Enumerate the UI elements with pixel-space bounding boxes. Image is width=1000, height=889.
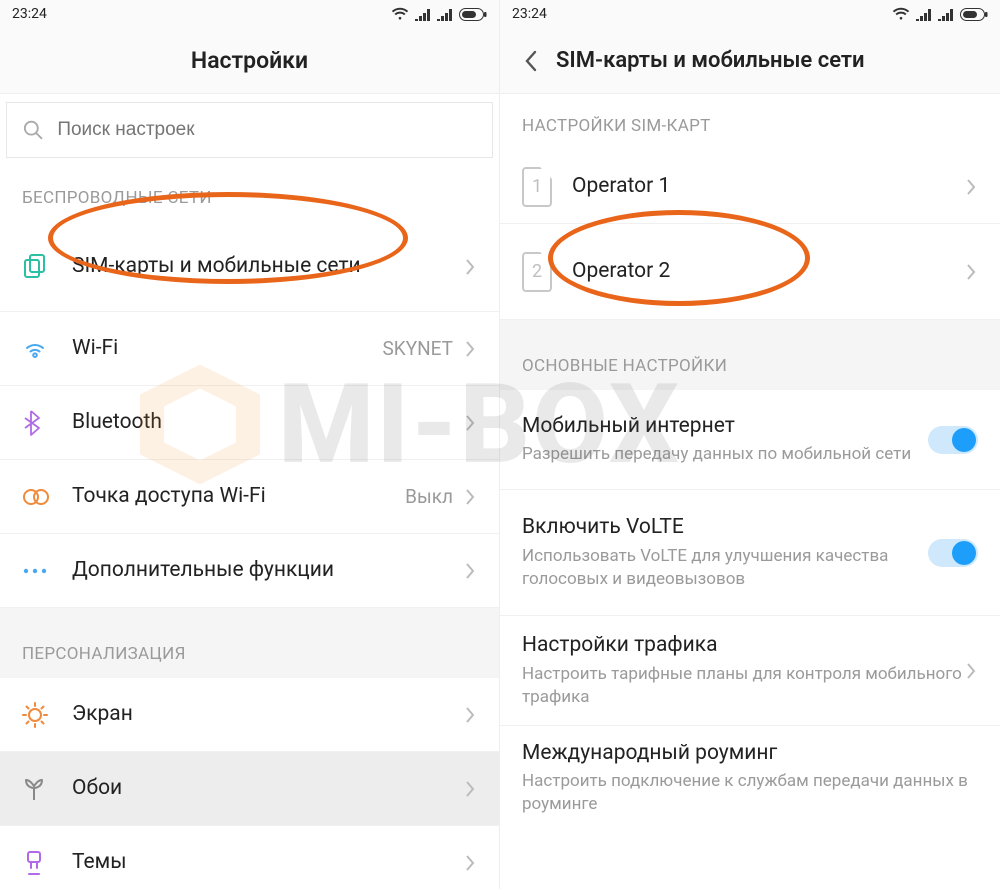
chevron-right-icon bbox=[463, 411, 477, 435]
chevron-right-icon bbox=[463, 851, 477, 875]
hotspot-icon bbox=[22, 488, 50, 506]
wifi-icon bbox=[892, 7, 910, 21]
row-sublabel: Разрешить передачу данных по мобильной с… bbox=[522, 443, 928, 466]
brush-icon bbox=[22, 850, 46, 876]
section-main: ОСНОВНЫЕ НАСТРОЙКИ bbox=[500, 330, 1000, 390]
chevron-right-icon bbox=[463, 559, 477, 583]
row-wifi[interactable]: Wi-Fi SKYNET bbox=[0, 312, 499, 386]
sim2-icon: 2 bbox=[522, 252, 552, 292]
status-bar: 23:24 bbox=[0, 0, 499, 28]
row-traffic[interactable]: Настройки трафика Настроить тарифные пла… bbox=[500, 616, 1000, 726]
phone-sim-settings: 23:24 SIM-карты и мобильные сети НАСТРОЙ… bbox=[500, 0, 1000, 889]
section-personalization: ПЕРСОНАЛИЗАЦИЯ bbox=[0, 618, 499, 678]
page-title: SIM-карты и мобильные сети bbox=[556, 48, 865, 73]
row-roaming[interactable]: Международный роуминг Настроить подключе… bbox=[500, 726, 1000, 830]
row-sim-networks[interactable]: SIM-карты и мобильные сети bbox=[0, 222, 499, 312]
row-screen[interactable]: Экран bbox=[0, 678, 499, 752]
row-operator-1[interactable]: 1 Operator 1 bbox=[500, 150, 1000, 224]
section-sim: НАСТРОЙКИ SIM-КАРТ bbox=[500, 94, 1000, 150]
row-label: Темы bbox=[72, 849, 463, 875]
row-sublabel: Использовать VoLTE для улучшения качеств… bbox=[522, 545, 928, 591]
wifi-icon bbox=[391, 7, 409, 21]
search-input[interactable] bbox=[57, 119, 476, 141]
page-title: Настройки bbox=[191, 47, 308, 74]
chevron-right-icon bbox=[463, 255, 477, 279]
battery-icon bbox=[960, 8, 988, 21]
chevron-right-icon bbox=[463, 703, 477, 727]
row-volte[interactable]: Включить VoLTE Использовать VoLTE для ул… bbox=[500, 490, 1000, 616]
row-label: Дополнительные функции bbox=[72, 557, 463, 583]
row-label: Bluetooth bbox=[72, 409, 463, 435]
row-label: SIM-карты и мобильные сети bbox=[72, 253, 412, 279]
header: SIM-карты и мобильные сети bbox=[500, 28, 1000, 94]
row-label: Обои bbox=[72, 775, 463, 801]
tulip-icon bbox=[22, 776, 46, 802]
section-wireless: БЕСПРОВОДНЫЕ СЕТИ bbox=[0, 158, 499, 222]
row-label: Включить VoLTE bbox=[522, 514, 928, 540]
chevron-right-icon bbox=[463, 485, 477, 509]
battery-icon bbox=[459, 8, 487, 21]
sim1-icon: 1 bbox=[522, 167, 552, 207]
row-themes[interactable]: Темы bbox=[0, 826, 499, 889]
signal-icon bbox=[916, 8, 932, 21]
row-wallpaper[interactable]: Обои bbox=[0, 752, 499, 826]
status-bar: 23:24 bbox=[500, 0, 1000, 28]
row-mobile-data[interactable]: Мобильный интернет Разрешить передачу да… bbox=[500, 390, 1000, 490]
sun-icon bbox=[22, 702, 48, 728]
signal-icon bbox=[415, 8, 431, 21]
clock: 23:24 bbox=[512, 6, 547, 22]
row-label: Настройки трафика bbox=[522, 632, 964, 658]
row-label: Wi-Fi bbox=[72, 335, 383, 361]
signal-icon bbox=[437, 8, 453, 21]
chevron-right-icon bbox=[463, 337, 477, 361]
row-value: Выкл bbox=[405, 485, 453, 508]
sim-icon bbox=[22, 254, 48, 280]
row-label: Operator 1 bbox=[572, 173, 964, 199]
bluetooth-icon bbox=[22, 410, 40, 436]
row-sublabel: Настроить подключение к службам передачи… bbox=[522, 770, 978, 816]
chevron-right-icon bbox=[964, 260, 978, 284]
row-label: Экран bbox=[72, 701, 463, 727]
row-hotspot[interactable]: Точка доступа Wi-Fi Выкл bbox=[0, 460, 499, 534]
chevron-right-icon bbox=[964, 175, 978, 199]
row-label: Точка доступа Wi-Fi bbox=[72, 483, 405, 509]
row-bluetooth[interactable]: Bluetooth bbox=[0, 386, 499, 460]
signal-icon bbox=[938, 8, 954, 21]
wifi-icon bbox=[22, 339, 48, 359]
back-button[interactable] bbox=[518, 48, 544, 74]
toggle-volte[interactable] bbox=[928, 539, 978, 567]
clock: 23:24 bbox=[12, 6, 47, 22]
more-icon bbox=[22, 567, 48, 575]
row-value: SKYNET bbox=[383, 337, 454, 360]
row-label: Мобильный интернет bbox=[522, 413, 928, 439]
phone-settings: 23:24 Настройки БЕСПРОВОДНЫЕ СЕТИ SIM-ка… bbox=[0, 0, 500, 889]
search-icon bbox=[23, 119, 43, 141]
chevron-right-icon bbox=[964, 659, 978, 683]
search-box[interactable] bbox=[6, 102, 493, 158]
row-label: Международный роуминг bbox=[522, 740, 978, 766]
row-sublabel: Настроить тарифные планы для контроля мо… bbox=[522, 663, 964, 709]
row-operator-2[interactable]: 2 Operator 2 bbox=[500, 224, 1000, 320]
row-more[interactable]: Дополнительные функции bbox=[0, 534, 499, 608]
row-label: Operator 2 bbox=[572, 258, 964, 284]
header: Настройки bbox=[0, 28, 499, 94]
toggle-mobile-data[interactable] bbox=[928, 426, 978, 454]
chevron-right-icon bbox=[463, 777, 477, 801]
